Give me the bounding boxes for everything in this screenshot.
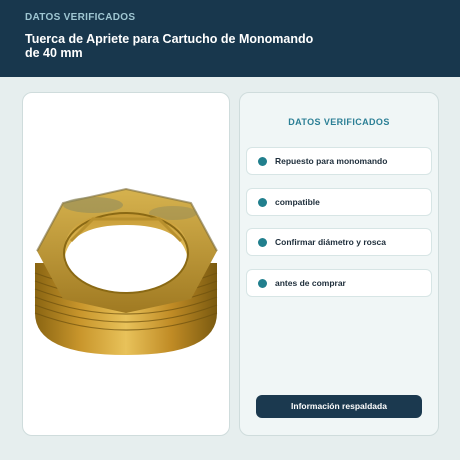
list-item: Confirmar diámetro y rosca <box>246 228 432 256</box>
product-image-card <box>22 92 230 436</box>
list-item: compatible <box>246 188 432 216</box>
list-item-label: Repuesto para monomando <box>275 156 388 166</box>
page-title: Tuerca de Apriete para Cartucho de Monom… <box>25 32 314 60</box>
page-header: DATOS VERIFICADOS Tuerca de Apriete para… <box>0 0 460 77</box>
list-item: antes de comprar <box>246 269 432 297</box>
bullet-dot-icon <box>258 279 267 288</box>
bullet-dot-icon <box>258 198 267 207</box>
list-item-label: compatible <box>275 197 320 207</box>
list-item-label: antes de comprar <box>275 278 346 288</box>
bullet-dot-icon <box>258 238 267 247</box>
card-title: DATOS VERIFICADOS <box>288 117 390 127</box>
verified-data-card: DATOS VERIFICADOS Repuesto para monomand… <box>239 92 439 436</box>
list-item-label: Confirmar diámetro y rosca <box>275 237 387 247</box>
list-item: Repuesto para monomando <box>246 147 432 175</box>
bullet-dot-icon <box>258 157 267 166</box>
verified-info-button[interactable]: Información respaldada <box>256 395 422 418</box>
product-image <box>34 187 218 355</box>
header-eyebrow: DATOS VERIFICADOS <box>25 12 136 23</box>
